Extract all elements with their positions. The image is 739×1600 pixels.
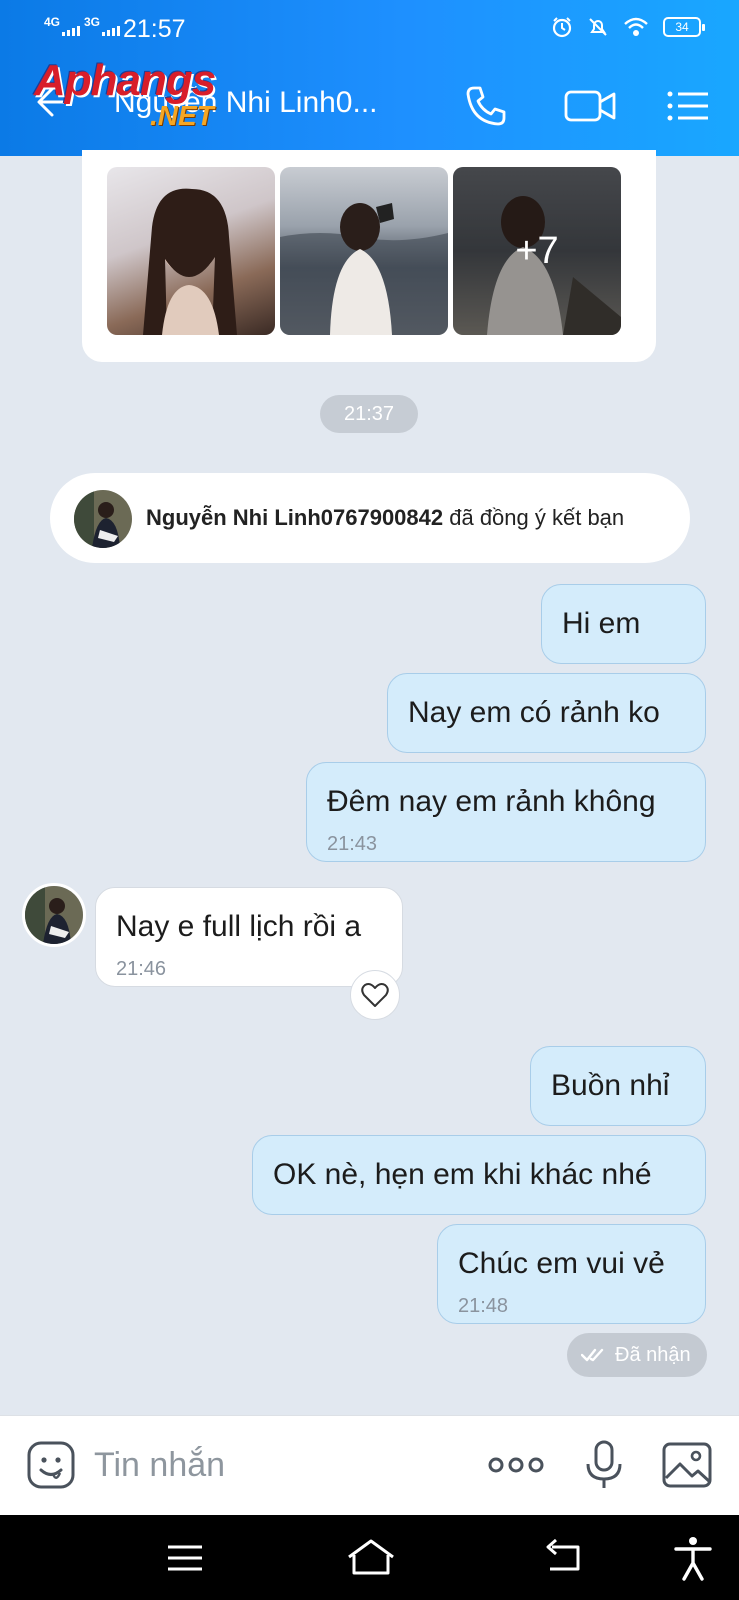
wifi-icon: [624, 17, 648, 36]
status-bar: 4G 3G 21:57 34: [0, 0, 739, 58]
message-input-bar: [0, 1415, 739, 1515]
avatar[interactable]: [74, 490, 132, 548]
network-4g-label: 4G: [44, 15, 61, 29]
delivery-status-badge: Đã nhận: [567, 1333, 707, 1377]
heart-icon: [361, 983, 389, 1007]
message-bubble-sent[interactable]: Hi em: [541, 584, 706, 664]
friend-action-text: đã đồng ý kết bạn: [443, 505, 625, 530]
profile-photo-2[interactable]: [280, 167, 448, 335]
message-text: Đêm nay em rảnh không: [327, 785, 656, 818]
sticker-emoji-icon[interactable]: [26, 1440, 76, 1490]
message-bubble-sent[interactable]: Chúc em vui vẻ 21:48: [437, 1224, 706, 1324]
message-text: Buồn nhỉ: [551, 1069, 670, 1102]
watermark-main-text: Aphangs: [34, 56, 216, 105]
watermark-sub-text: .NET: [150, 100, 214, 131]
profile-photo-1[interactable]: [107, 167, 275, 335]
recent-apps-icon[interactable]: [162, 1535, 208, 1581]
friend-accepted-notice: Nguyễn Nhi Linh0767900842 đã đồng ý kết …: [50, 473, 690, 563]
accessibility-icon[interactable]: [670, 1535, 716, 1581]
profile-photo-3[interactable]: +7: [453, 167, 621, 335]
network-3g-label: 3G: [84, 15, 101, 29]
signal-icon: [102, 26, 120, 36]
video-call-icon[interactable]: [560, 82, 620, 130]
message-text: Nay em có rảnh ko: [408, 696, 660, 729]
message-input[interactable]: [94, 1442, 454, 1488]
more-options-icon[interactable]: [486, 1438, 546, 1492]
alarm-icon: [552, 17, 572, 38]
time-divider: 21:37: [320, 395, 418, 433]
delivery-status-text: Đã nhận: [615, 1344, 691, 1366]
message-bubble-sent[interactable]: OK nè, hẹn em khi khác nhé: [252, 1135, 706, 1215]
message-timestamp: 21:48: [458, 1295, 509, 1317]
clock: 21:57: [123, 15, 186, 43]
system-navigation-bar: [0, 1515, 739, 1600]
message-text: OK nè, hẹn em khi khác nhé: [273, 1158, 652, 1191]
message-text: Hi em: [562, 607, 641, 640]
more-photos-count[interactable]: +7: [453, 167, 621, 335]
message-timestamp: 21:46: [116, 958, 167, 980]
image-gallery-icon[interactable]: [660, 1438, 714, 1492]
profile-photo-card: +7: [82, 150, 656, 362]
mute-bell-icon: [589, 18, 607, 36]
react-heart-button[interactable]: [350, 970, 400, 1020]
chat-header: 4G 3G 21:57 34 Nguyễn Nhi Linh0... Aphan…: [0, 0, 739, 156]
double-check-icon: [581, 1348, 604, 1362]
phone-call-icon[interactable]: [462, 82, 510, 130]
back-nav-icon[interactable]: [540, 1535, 586, 1581]
menu-list-icon[interactable]: [664, 82, 712, 130]
microphone-icon[interactable]: [577, 1438, 631, 1492]
watermark-logo: Aphangs .NET: [34, 56, 264, 138]
message-bubble-sent[interactable]: Buồn nhỉ: [530, 1046, 706, 1126]
message-bubble-received[interactable]: Nay e full lịch rồi a 21:46: [95, 887, 403, 987]
message-bubble-sent[interactable]: Đêm nay em rảnh không 21:43: [306, 762, 706, 862]
battery-icon: 34: [663, 17, 705, 37]
home-icon[interactable]: [346, 1535, 396, 1581]
message-text: Chúc em vui vẻ: [458, 1247, 665, 1280]
message-timestamp: 21:43: [327, 833, 378, 855]
message-text: Nay e full lịch rồi a: [116, 910, 362, 943]
avatar[interactable]: [22, 883, 86, 947]
friend-name: Nguyễn Nhi Linh0767900842: [146, 505, 444, 530]
signal-icon: [62, 26, 80, 36]
message-bubble-sent[interactable]: Nay em có rảnh ko: [387, 673, 706, 753]
